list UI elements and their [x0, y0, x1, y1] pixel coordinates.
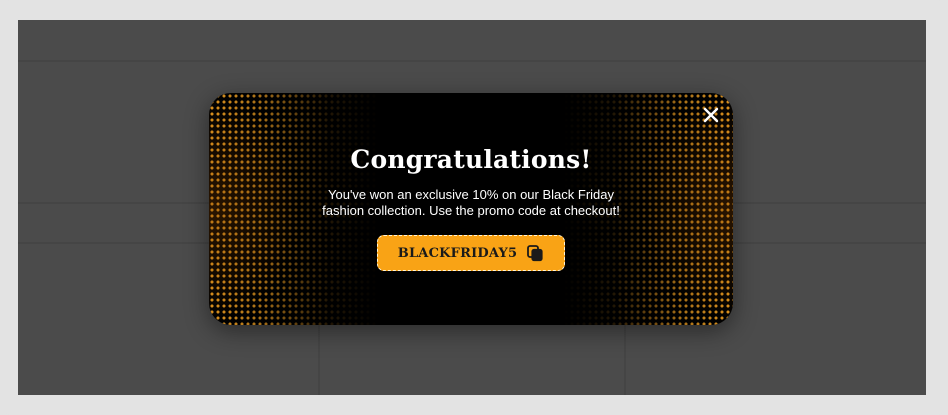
close-icon — [703, 107, 719, 123]
promo-code: BLACKFRIDAY5 — [397, 245, 518, 261]
browser-frame: Congratulations! You've won an exclusive… — [0, 0, 948, 415]
close-button[interactable] — [699, 103, 723, 127]
modal-message: You've won an exclusive 10% on our Black… — [209, 187, 733, 219]
modal-title: Congratulations! — [350, 145, 592, 174]
modal-message-line: fashion collection. Use the promo code a… — [322, 203, 620, 218]
promo-modal: Congratulations! You've won an exclusive… — [209, 93, 733, 325]
modal-message-line: You've won an exclusive 10% on our Black… — [328, 187, 614, 202]
copy-icon — [527, 245, 543, 262]
copy-promo-code-button[interactable]: BLACKFRIDAY5 — [377, 235, 565, 271]
background-divider — [18, 60, 926, 62]
